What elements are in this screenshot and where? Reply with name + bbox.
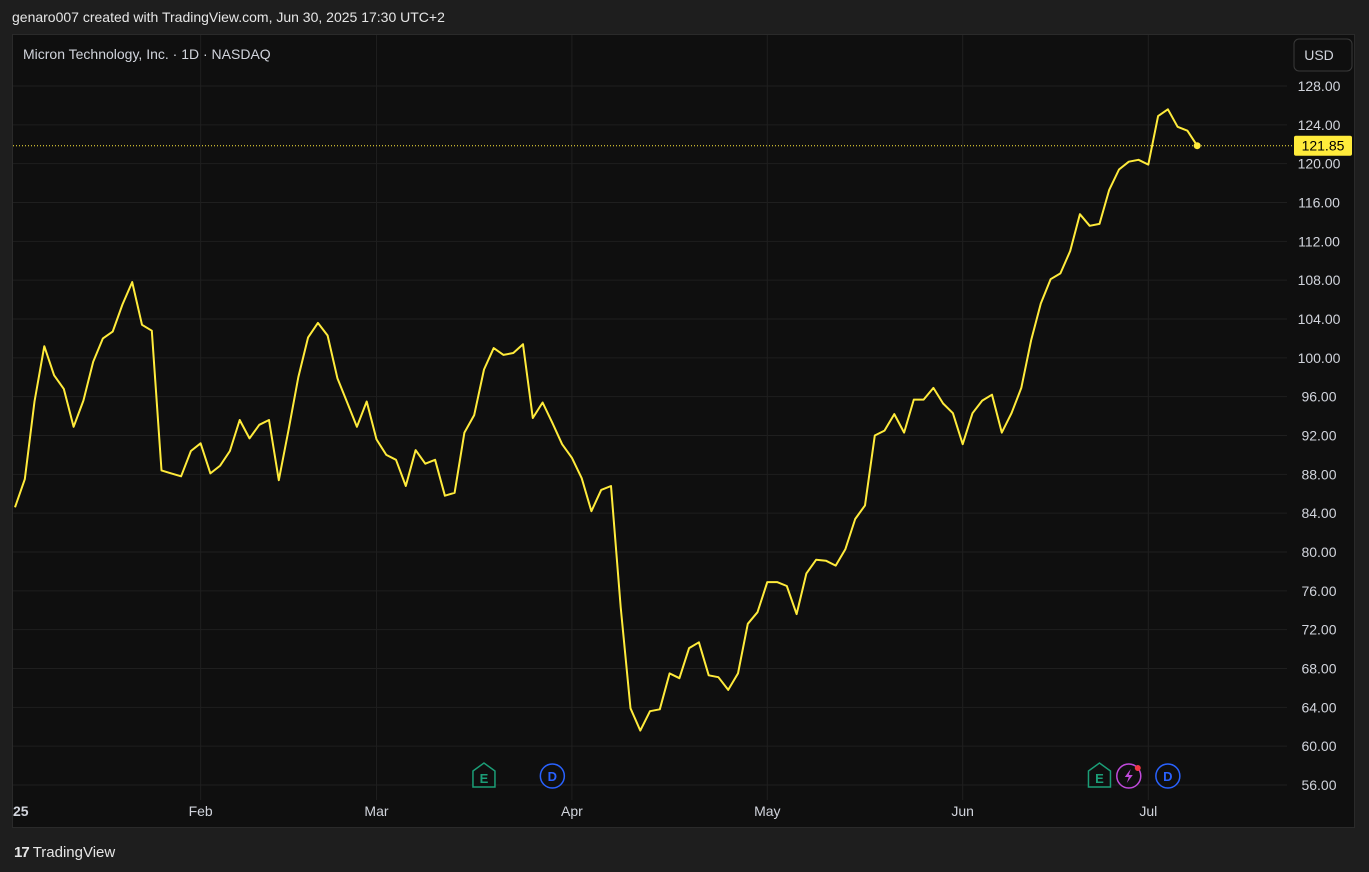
price-chart[interactable]: 56.00 60.00 64.00 68.00 72.00 76.00 80.00 84.00… xyxy=(13,35,1356,829)
dividend-icon[interactable]: D xyxy=(1155,763,1181,789)
chart-panel[interactable]: 56.00 60.00 64.00 68.00 72.00 76.00 80.00 84.00… xyxy=(12,34,1355,828)
y-tick-label: 128.00 xyxy=(1298,78,1341,94)
footer-brand: 17 TradingView xyxy=(14,842,115,862)
y-tick-label: 116.00 xyxy=(1298,195,1340,211)
y-tick-label: 120.00 xyxy=(1298,156,1341,172)
y-tick-label: 100.00 xyxy=(1298,350,1341,366)
x-tick-label: 25 xyxy=(13,803,29,819)
x-tick-label: Mar xyxy=(364,803,388,819)
attribution-header: genaro007 created with TradingView.com, … xyxy=(12,9,445,25)
tradingview-logo-icon: 17 xyxy=(14,843,30,861)
x-tick-label: Jun xyxy=(951,803,974,819)
y-tick-label: 124.00 xyxy=(1298,117,1341,133)
y-tick-label: 68.00 xyxy=(1301,661,1336,677)
y-tick-label: 96.00 xyxy=(1301,389,1336,405)
svg-text:D: D xyxy=(1163,769,1172,784)
svg-text:D: D xyxy=(548,769,557,784)
y-tick-label: 56.00 xyxy=(1301,777,1336,793)
currency-button[interactable]: USD xyxy=(1304,47,1334,63)
x-tick-label: May xyxy=(754,803,780,819)
last-price-dot xyxy=(1193,142,1201,150)
y-tick-label: 64.00 xyxy=(1301,699,1336,715)
y-tick-label: 80.00 xyxy=(1301,544,1336,560)
y-tick-label: 92.00 xyxy=(1301,428,1336,444)
earnings-icon[interactable]: E xyxy=(1087,762,1112,788)
y-tick-label: 88.00 xyxy=(1301,466,1336,482)
x-tick-label: Feb xyxy=(189,803,213,819)
last-price-label: 121.85 xyxy=(1302,138,1345,154)
y-tick-label: 108.00 xyxy=(1298,272,1341,288)
x-tick-label: Jul xyxy=(1139,803,1157,819)
tradingview-brand-label: TradingView xyxy=(32,843,116,861)
y-tick-label: 104.00 xyxy=(1298,311,1341,327)
svg-text:E: E xyxy=(480,771,489,786)
dividend-icon[interactable]: D xyxy=(539,763,566,789)
earnings-icon[interactable]: E xyxy=(472,762,496,788)
y-tick-label: 72.00 xyxy=(1301,622,1336,638)
y-tick-label: 60.00 xyxy=(1301,738,1336,754)
lightning-event-icon[interactable] xyxy=(1116,763,1142,789)
x-tick-label: Apr xyxy=(561,803,583,819)
y-tick-label: 76.00 xyxy=(1301,583,1336,599)
y-tick-label: 84.00 xyxy=(1301,505,1336,521)
chart-title: Micron Technology, Inc. · 1D · NASDAQ xyxy=(23,46,271,62)
y-tick-label: 112.00 xyxy=(1298,233,1340,249)
svg-text:E: E xyxy=(1095,771,1104,786)
